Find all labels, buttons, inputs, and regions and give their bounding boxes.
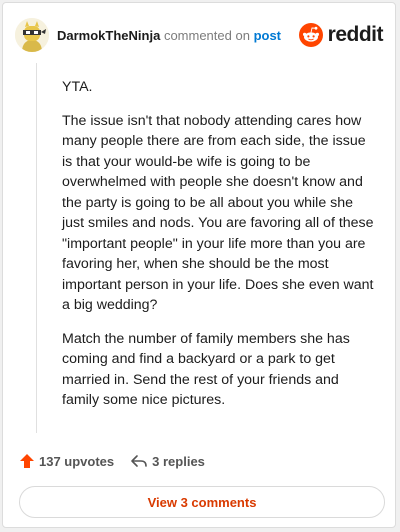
comment-footer: 137 upvotes 3 replies: [19, 453, 205, 469]
reddit-logo-icon: [298, 23, 323, 47]
reddit-wordmark: reddit: [327, 23, 384, 46]
replies-button[interactable]: 3 replies: [130, 453, 205, 469]
username-link[interactable]: DarmokTheNinja: [57, 28, 160, 43]
comment-card: DarmokTheNinja commented on post reddit …: [2, 2, 396, 528]
upvote-arrow-icon: [20, 454, 34, 468]
thread-line: [36, 63, 37, 433]
comment-meta: DarmokTheNinja commented on post: [57, 28, 299, 43]
post-link[interactable]: post: [254, 28, 281, 43]
comment-paragraph: The issue isn't that nobody attending ca…: [62, 112, 374, 314]
comment-header: DarmokTheNinja commented on post reddit: [15, 17, 384, 53]
comment-paragraph: YTA.: [62, 79, 93, 95]
upvote-count: 137 upvotes: [39, 453, 115, 469]
reply-count: 3 replies: [152, 453, 205, 469]
reply-arrow-icon: [131, 455, 147, 467]
comment-paragraph: Match the number of family members she h…: [62, 330, 350, 409]
avatar-ninja-icon: [15, 18, 49, 52]
comment-body: YTA. The issue isn't that nobody attendi…: [62, 63, 376, 411]
upvote-button[interactable]: 137 upvotes: [19, 453, 114, 469]
reddit-brand[interactable]: reddit: [298, 23, 384, 47]
action-text: commented on: [163, 27, 250, 43]
user-avatar[interactable]: [15, 18, 49, 52]
view-comments-button[interactable]: View 3 comments: [19, 486, 385, 518]
